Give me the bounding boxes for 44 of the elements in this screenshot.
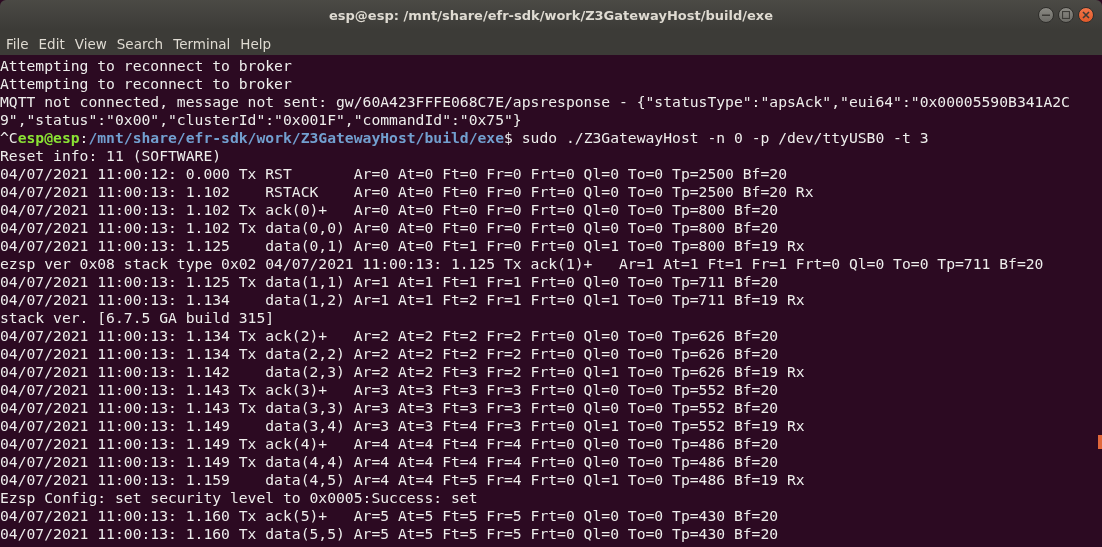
terminal-line: Attempting to reconnect to broker — [0, 75, 292, 92]
terminal-line: 04/07/2021 11:00:13: 1.102 Tx ack(0)+ Ar=0 At=0 Ft=0 Fr=0 Frt=0 Ql=0 To=0 Tp=800 Bf=20 — [0, 201, 779, 218]
terminal-line: 04/07/2021 11:00:12: 0.000 Tx RST Ar=0 At=0 Ft=0 Fr=0 Frt=0 Ql=0 To=0 Tp=2500 Bf=20 — [0, 165, 787, 182]
menu-item[interactable]: File — [2, 33, 33, 52]
terminal-line: 04/07/2021 11:00:13: 1.149 Tx data(4,4) Ar=4 At=4 Ft=4 Fr=4 Frt=0 Ql=0 To=0 Tp=486 Bf=20 — [0, 453, 779, 470]
terminal-line: 04/07/2021 11:00:13: 1.134 data(1,2) Ar=1 At=1 Ft=2 Fr=1 Frt=0 Ql=1 To=0 Tp=711 Bf=19 Rx — [0, 291, 805, 308]
terminal-line: 04/07/2021 11:00:13: 1.149 Tx ack(4)+ Ar=4 At=4 Ft=4 Fr=4 Frt=0 Ql=0 To=0 Tp=486 Bf=20 — [0, 435, 779, 452]
terminal-line: stack ver. [6.7.5 GA build 315] — [0, 309, 275, 326]
window-title: esp@esp: /mnt/share/efr-sdk/work/Z3GatewayHost/build/exe — [329, 7, 773, 23]
maximize-button[interactable] — [1058, 7, 1074, 23]
terminal-line: 04/07/2021 11:00:13: 1.159 data(4,5) Ar=4 At=4 Ft=5 Fr=4 Frt=0 Ql=1 To=0 Tp=486 Bf=19 Rx — [0, 471, 805, 488]
terminal-line: 04/07/2021 11:00:13: 1.134 Tx data(2,2) Ar=2 At=2 Ft=2 Fr=2 Frt=0 Ql=0 To=0 Tp=626 Bf=20 — [0, 345, 779, 362]
terminal-line: 9","status":"0x00","clusterId":"0x001F","commandId":"0x75"} — [0, 111, 522, 128]
command-text: $ sudo ./Z3GatewayHost -n 0 -p /dev/ttyUSB0 -t 3 — [504, 129, 929, 146]
terminal-line: 04/07/2021 11:00:13: 1.102 RSTACK Ar=0 At=0 Ft=0 Fr=0 Frt=0 Ql=0 To=0 Tp=2500 Bf=20 Rx — [0, 183, 814, 200]
close-icon — [1082, 11, 1090, 19]
terminal-line: 04/07/2021 11:00:13: 1.134 Tx ack(2)+ Ar=2 At=2 Ft=2 Fr=2 Frt=0 Ql=0 To=0 Tp=626 Bf=20 — [0, 327, 779, 344]
prompt-text: ^C — [0, 129, 18, 146]
prompt-path: /mnt/share/efr-sdk/work/Z3GatewayHost/build/exe — [88, 129, 505, 146]
menu-item[interactable]: Terminal — [169, 33, 235, 52]
terminal-line: 04/07/2021 11:00:13: 1.125 data(0,1) Ar=0 At=0 Ft=1 Fr=0 Frt=0 Ql=1 To=0 Tp=800 Bf=19 Rx — [0, 237, 805, 254]
menu-item[interactable]: Search — [112, 33, 168, 52]
terminal-line: Reset info: 11 (SOFTWARE) — [0, 147, 222, 164]
terminal-line: 04/07/2021 11:00:13: 1.160 Tx data(5,5) Ar=5 At=5 Ft=5 Fr=5 Frt=0 Ql=0 To=0 Tp=430 Bf=20 — [0, 525, 779, 542]
menu-item[interactable]: View — [70, 33, 111, 52]
menu-item[interactable]: Edit — [34, 33, 69, 52]
minimize-button[interactable] — [1038, 7, 1054, 23]
terminal-line: MQTT not connected, message not sent: gw/60A423FFFE068C7E/apsresponse - {"statusType":"apsAck","eui64":"0x00005590B341A2C — [0, 93, 1070, 110]
terminal-line: Attempting to reconnect to broker — [0, 57, 292, 74]
terminal-line: 04/07/2021 11:00:13: 1.149 data(3,4) Ar=3 At=3 Ft=4 Fr=3 Frt=0 Ql=1 To=0 Tp=552 Bf=19 Rx — [0, 417, 805, 434]
terminal-line: ezsp ver 0x08 stack type 0x02 04/07/2021 11:00:13: 1.125 Tx ack(1)+ Ar=1 At=1 Ft=1 Fr=1 Frt=0 Ql=0 To=0 Tp=711 Bf=20 — [0, 255, 1044, 272]
terminal-line: 04/07/2021 11:00:13: 1.160 Tx ack(5)+ Ar=5 At=5 Ft=5 Fr=5 Frt=0 Ql=0 To=0 Tp=430 Bf=20 — [0, 507, 779, 524]
menu-item[interactable]: Help — [236, 33, 276, 52]
scroll-indicator — [1098, 435, 1102, 449]
close-button[interactable] — [1078, 7, 1094, 23]
prompt-text: : — [79, 129, 89, 146]
terminal-line: 04/07/2021 11:00:13: 1.125 Tx data(1,1) Ar=1 At=1 Ft=1 Fr=1 Frt=0 Ql=0 To=0 Tp=711 Bf=20 — [0, 273, 779, 290]
terminal-line: 04/07/2021 11:00:13: 1.143 Tx data(3,3) Ar=3 At=3 Ft=3 Fr=3 Frt=0 Ql=0 To=0 Tp=552 Bf=20 — [0, 399, 779, 416]
maximize-icon — [1062, 11, 1070, 19]
terminal-line: 04/07/2021 11:00:13: 1.142 data(2,3) Ar=2 At=2 Ft=3 Fr=2 Frt=0 Ql=1 To=0 Tp=626 Bf=19 Rx — [0, 363, 805, 380]
prompt-user: esp@esp — [17, 129, 80, 146]
terminal-line: 04/07/2021 11:00:13: 1.143 Tx ack(3)+ Ar=3 At=3 Ft=3 Fr=3 Frt=0 Ql=0 To=0 Tp=552 Bf=20 — [0, 381, 779, 398]
terminal-line: 04/07/2021 11:00:13: 1.102 Tx data(0,0) Ar=0 At=0 Ft=0 Fr=0 Frt=0 Ql=0 To=0 Tp=800 Bf=20 — [0, 219, 779, 236]
terminal-line: Ezsp Config: set security level to 0x0005:Success: set — [0, 489, 478, 506]
